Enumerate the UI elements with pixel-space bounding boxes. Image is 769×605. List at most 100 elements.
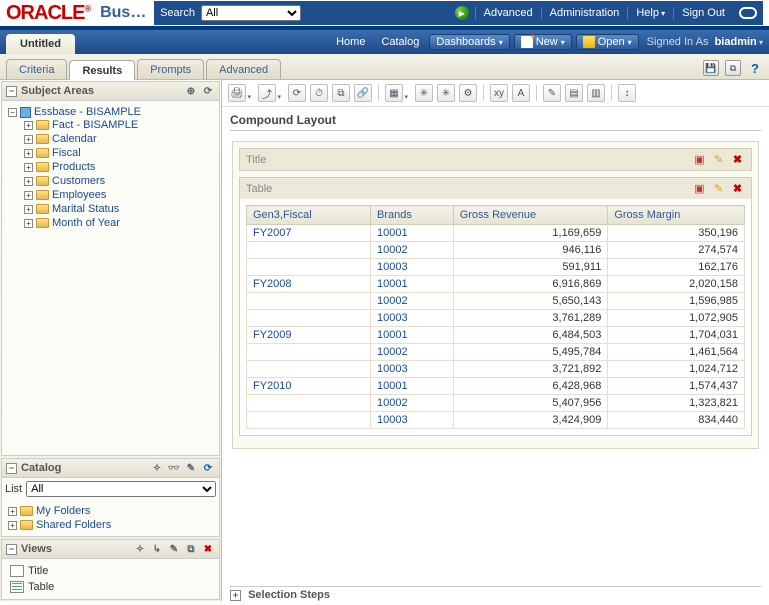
tree-item[interactable]: Fiscal [52,147,81,159]
tb-link-icon[interactable]: 🔗 [354,84,372,102]
help-icon[interactable]: ? [747,60,763,76]
cell-brand[interactable]: 10002 [370,242,453,259]
nav-new[interactable]: New [514,34,572,50]
cell-brand[interactable]: 10003 [370,259,453,276]
table-edit-icon[interactable]: ✎ [711,181,726,196]
tab-criteria[interactable]: Criteria [6,59,67,79]
tb-newview-icon[interactable]: ▦ [385,84,403,102]
catalog-edit-icon[interactable]: ✎ [184,461,198,475]
title-format-icon[interactable]: ▣ [692,152,707,167]
tb-edit-icon[interactable]: ✎ [543,84,561,102]
tree-item[interactable]: Marital Status [52,203,119,215]
search-scope-select[interactable]: All [201,5,301,21]
tree-expand-icon[interactable]: + [24,191,33,200]
expand-selection-steps-icon[interactable]: + [230,590,241,601]
tree-item[interactable]: Customers [52,175,105,187]
collapse-catalog-icon[interactable]: − [6,463,17,474]
cell-brand[interactable]: 10003 [370,310,453,327]
tab-advanced[interactable]: Advanced [206,59,281,79]
views-copy-icon[interactable]: ⧉ [184,542,198,556]
tb-xyz-icon[interactable]: xy [490,84,508,102]
link-help[interactable]: Help [627,7,673,19]
tb-print-icon[interactable]: 🖨 [228,84,246,102]
tb-sort-icon[interactable]: ↕ [618,84,636,102]
tree-item[interactable]: Employees [52,189,106,201]
tree-expand-icon[interactable]: + [24,163,33,172]
nav-home[interactable]: Home [328,36,373,48]
cell-fiscal[interactable]: FY2009 [247,327,371,344]
view-item-table[interactable]: Table [6,579,215,595]
title-remove-icon[interactable]: ✖ [730,152,745,167]
tree-expand-icon[interactable]: + [24,219,33,228]
search-go-icon[interactable]: ▶ [455,6,469,20]
catalog-folder[interactable]: Shared Folders [36,519,111,531]
catalog-list-select[interactable]: All [26,481,216,497]
column-header[interactable]: Gross Revenue [453,206,608,225]
tree-root[interactable]: Essbase - BISAMPLE [34,106,141,118]
tb-export-icon[interactable]: ⤴ [258,84,276,102]
tree-expand-icon[interactable]: + [24,205,33,214]
tree-expand-icon[interactable]: + [24,121,33,130]
cell-brand[interactable]: 10001 [370,276,453,293]
tree-item[interactable]: Fact - BISAMPLE [52,119,138,131]
tree-collapse-icon[interactable]: − [8,108,17,117]
nav-dashboards[interactable]: Dashboards [429,34,509,50]
tb-schedule-icon[interactable]: ⏱ [310,84,328,102]
tab-prompts[interactable]: Prompts [137,59,204,79]
collapse-views-icon[interactable]: − [6,544,17,555]
nav-catalog[interactable]: Catalog [373,36,427,48]
nav-open[interactable]: Open [576,34,639,50]
tb-prop-icon[interactable]: ▤ [565,84,583,102]
catalog-view-icon[interactable]: 👓 [167,461,181,475]
tb-refresh-icon[interactable]: ⟳ [288,84,306,102]
tree-item[interactable]: Calendar [52,133,97,145]
tree-expand-icon[interactable]: + [24,135,33,144]
table-format-icon[interactable]: ▣ [692,181,707,196]
subject-add-icon[interactable]: ⊕ [184,84,198,98]
tb-copy-icon[interactable]: ⧉ [332,84,350,102]
tb-format-icon[interactable]: A [512,84,530,102]
cell-brand[interactable]: 10001 [370,225,453,242]
link-signout[interactable]: Sign Out [673,7,733,19]
catalog-folder[interactable]: My Folders [36,505,90,517]
tb-prop2-icon[interactable]: ▥ [587,84,605,102]
cell-fiscal[interactable]: FY2007 [247,225,371,242]
cell-brand[interactable]: 10002 [370,293,453,310]
cell-fiscal[interactable]: FY2010 [247,378,371,395]
cell-brand[interactable]: 10003 [370,412,453,429]
link-administration[interactable]: Administration [541,7,628,19]
catalog-refresh-icon[interactable]: ⟳ [201,461,215,475]
view-item-title[interactable]: Title [6,563,215,579]
cell-brand[interactable]: 10001 [370,378,453,395]
tab-results[interactable]: Results [69,60,135,80]
title-edit-icon[interactable]: ✎ [711,152,726,167]
save-icon[interactable]: 💾 [703,60,719,76]
views-new-icon[interactable]: ✧ [133,542,147,556]
collapse-subject-icon[interactable]: − [6,86,17,97]
tb-gear1-icon[interactable]: ✳ [415,84,433,102]
cell-brand[interactable]: 10002 [370,395,453,412]
views-edit-icon[interactable]: ✎ [167,542,181,556]
cell-brand[interactable]: 10002 [370,344,453,361]
tb-gear3-icon[interactable]: ⚙ [459,84,477,102]
cell-fiscal[interactable]: FY2008 [247,276,371,293]
tree-item[interactable]: Month of Year [52,217,120,229]
cell-brand[interactable]: 10003 [370,361,453,378]
column-header[interactable]: Brands [370,206,453,225]
tree-expand-icon[interactable]: + [24,177,33,186]
views-delete-icon[interactable]: ✖ [201,542,215,556]
cell-brand[interactable]: 10001 [370,327,453,344]
subject-refresh-icon[interactable]: ⟳ [201,84,215,98]
views-add-icon[interactable]: ↳ [150,542,164,556]
tree-expand-icon[interactable]: + [8,521,17,530]
tb-gear2-icon[interactable]: ✳ [437,84,455,102]
tree-item[interactable]: Products [52,161,95,173]
column-header[interactable]: Gross Margin [608,206,745,225]
tree-expand-icon[interactable]: + [24,149,33,158]
save-as-icon[interactable]: ⧉ [725,60,741,76]
link-advanced[interactable]: Advanced [475,7,541,19]
table-remove-icon[interactable]: ✖ [730,181,745,196]
column-header[interactable]: Gen3,Fiscal [247,206,371,225]
catalog-new-icon[interactable]: ✧ [150,461,164,475]
signed-in-as[interactable]: Signed In As biadmin [647,36,763,48]
